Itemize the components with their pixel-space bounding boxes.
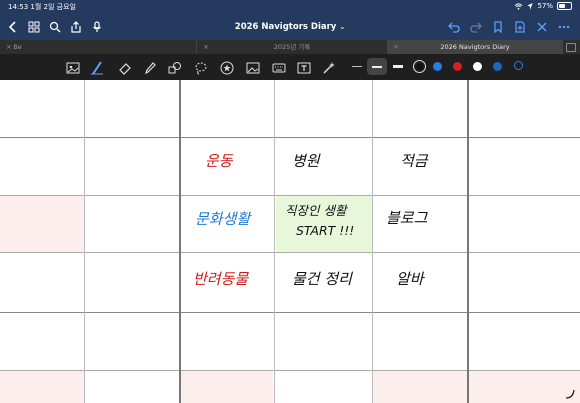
note-start[interactable]: START !!! — [296, 223, 354, 238]
eraser-icon[interactable] — [118, 60, 132, 75]
title-bar: 14:53 1월 2일 금요일 57% 2026 Navigtors Diary… — [0, 0, 580, 40]
split-view-icon[interactable] — [566, 43, 576, 52]
app-window: 14:53 1월 2일 금요일 57% 2026 Navigtors Diary… — [0, 0, 580, 403]
diary-page[interactable]: 운동 병원 적금 문화생활 직장인 생활 START !!! 블로그 반려동물 … — [0, 80, 580, 403]
image-icon[interactable] — [66, 60, 80, 74]
battery-percent: 57% — [537, 2, 553, 10]
wifi-icon — [515, 2, 523, 10]
grid-line — [0, 312, 580, 313]
more-icon[interactable] — [557, 20, 570, 33]
note-culture[interactable]: 문화생활 — [195, 208, 250, 229]
color-swatch-blue[interactable] — [433, 62, 442, 71]
note-organize[interactable]: 물건 정리 — [292, 268, 352, 289]
highlighter-icon[interactable] — [143, 60, 157, 75]
tab-be[interactable]: × Be — [0, 40, 195, 54]
star-icon[interactable] — [220, 60, 234, 75]
photo-icon[interactable] — [246, 60, 260, 74]
tinted-cell — [0, 370, 84, 403]
tinted-cell — [181, 370, 273, 403]
grid-line — [179, 80, 181, 403]
chevron-down-icon[interactable]: ⌄ — [339, 23, 345, 31]
grid-line — [84, 80, 85, 403]
undo-icon[interactable] — [447, 20, 460, 33]
battery-icon — [557, 2, 572, 10]
keyboard-icon[interactable] — [272, 60, 286, 74]
tinted-cell — [373, 370, 468, 403]
tinted-cell — [0, 195, 84, 252]
color-picker-icon[interactable] — [514, 61, 523, 70]
grid-line — [0, 137, 580, 138]
grid-line — [274, 80, 275, 403]
text-box-icon[interactable] — [297, 60, 311, 74]
status-time: 14:53 1월 2일 금요일 — [8, 3, 76, 11]
thin-stroke-option[interactable] — [352, 66, 362, 67]
note-hospital[interactable]: 병원 — [292, 150, 320, 171]
lasso-icon[interactable] — [194, 60, 208, 75]
grid-line — [0, 370, 580, 371]
color-swatch-navy[interactable] — [493, 62, 502, 71]
bookmark-icon[interactable] — [491, 20, 504, 33]
note-exercise[interactable]: 운동 — [205, 150, 233, 171]
note-blog[interactable]: 블로그 — [386, 207, 427, 228]
medium-stroke-option[interactable] — [367, 58, 387, 75]
tab-2025-record[interactable]: × 2025년 기록 — [196, 40, 387, 54]
pen-icon[interactable] — [90, 60, 104, 75]
color-swatch-black[interactable] — [413, 60, 426, 73]
location-icon — [527, 2, 534, 10]
note-parttime[interactable]: 알바 — [396, 268, 424, 289]
laser-icon[interactable] — [322, 60, 336, 74]
close-icon[interactable] — [535, 20, 548, 33]
tool-bar — [0, 54, 580, 80]
grid-line — [467, 80, 469, 403]
note-work-life[interactable]: 직장인 생활 — [285, 200, 346, 219]
color-swatch-red[interactable] — [453, 62, 462, 71]
add-page-icon[interactable] — [513, 20, 526, 33]
grid-line — [0, 195, 580, 196]
shapes-icon[interactable] — [168, 60, 182, 74]
tab-2026-diary[interactable]: × 2026 Navigtors Diary — [387, 40, 563, 54]
grid-line — [0, 252, 580, 253]
thick-stroke-option[interactable] — [393, 65, 403, 68]
color-swatch-white[interactable] — [473, 62, 482, 71]
redo-icon[interactable] — [469, 20, 482, 33]
note-pets[interactable]: 반려동물 — [193, 268, 248, 289]
status-indicators: 57% — [514, 2, 572, 10]
tab-bar: × Be × 2025년 기록 × 2026 Navigtors Diary — [0, 40, 580, 54]
page-curl-icon[interactable] — [564, 387, 576, 399]
grid-line — [372, 80, 373, 403]
note-savings[interactable]: 적금 — [400, 150, 428, 171]
